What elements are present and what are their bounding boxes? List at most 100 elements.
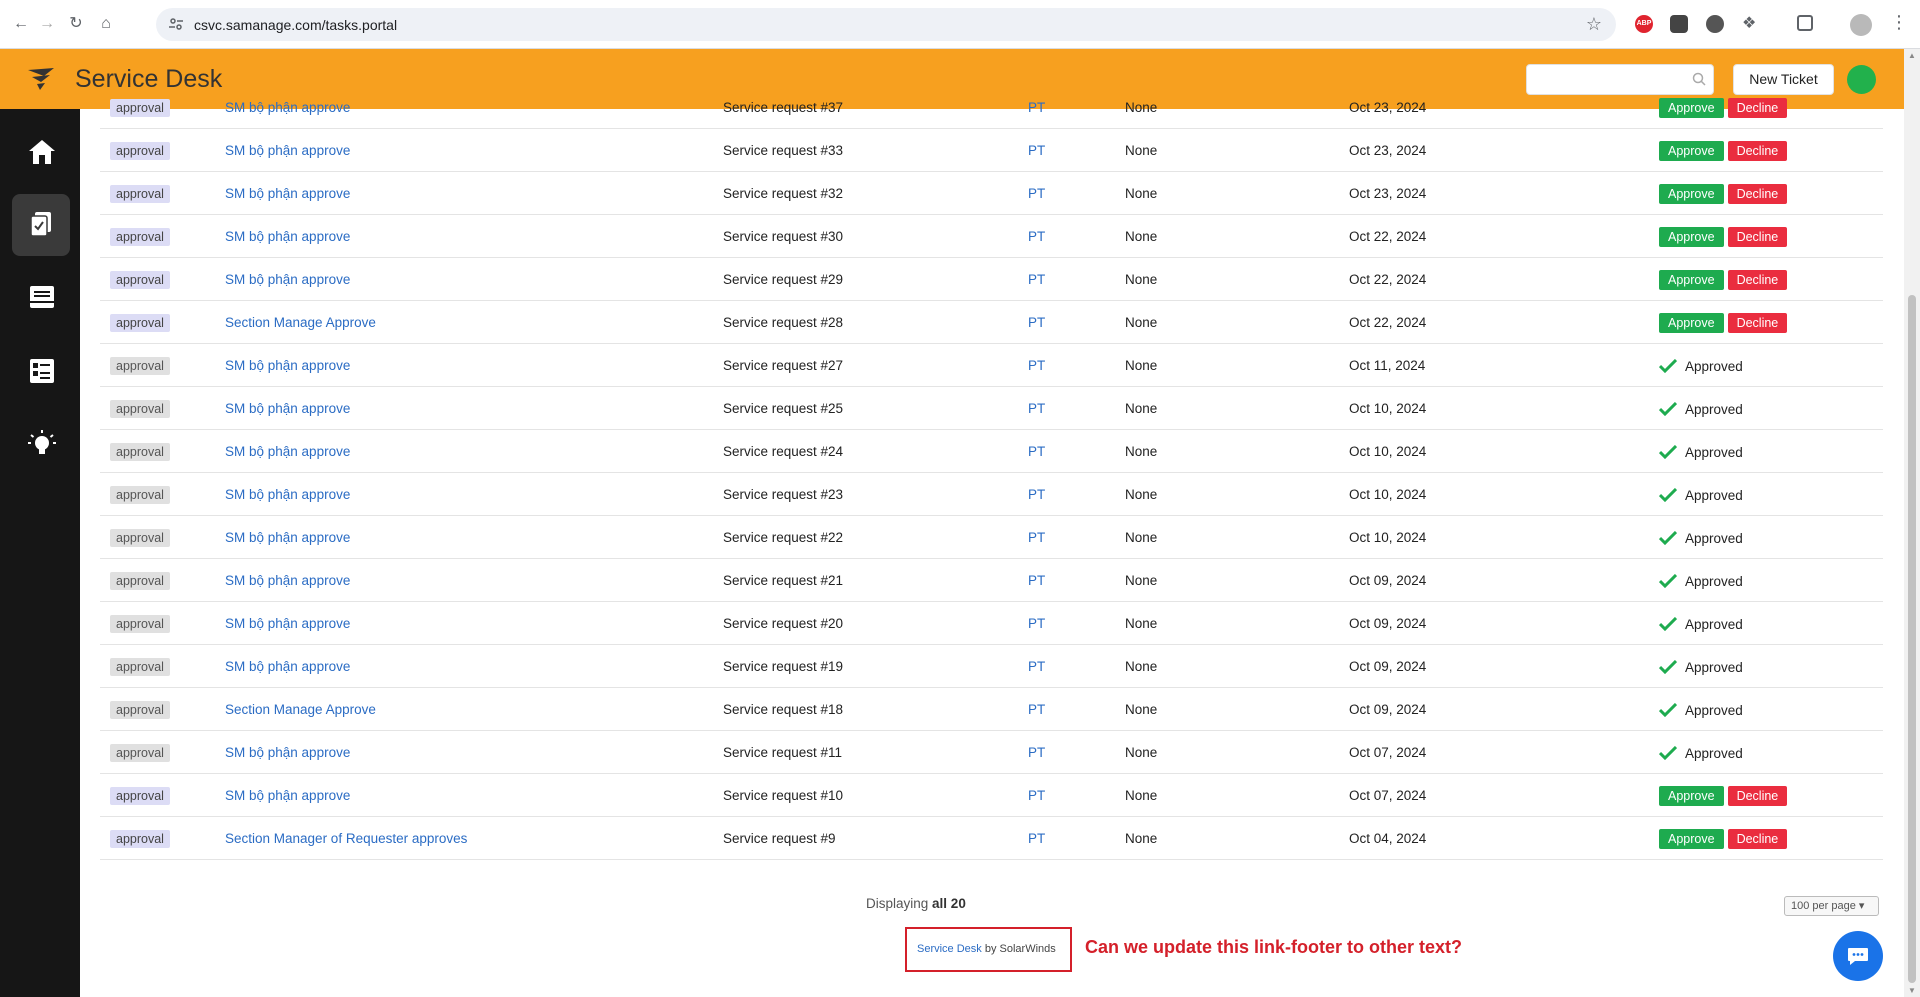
decline-button[interactable]: Decline (1727, 786, 1788, 807)
assignee-link[interactable]: PT (1028, 358, 1045, 373)
scroll-down-icon[interactable]: ▼ (1908, 986, 1916, 995)
task-name-link[interactable]: SM bộ phận approve (225, 444, 350, 459)
task-name-link[interactable]: SM bộ phận approve (225, 530, 350, 545)
task-name-link[interactable]: SM bộ phận approve (225, 573, 350, 588)
back-icon[interactable]: ← (10, 13, 32, 35)
assignee-link[interactable]: PT (1028, 831, 1045, 846)
task-name-link[interactable]: Section Manage Approve (225, 702, 376, 717)
scroll-up-icon[interactable]: ▲ (1908, 51, 1916, 60)
due-value: None (1125, 616, 1158, 631)
table-row: approval SM bộ phận approve Service requ… (100, 86, 1883, 129)
scroll-thumb[interactable] (1908, 295, 1916, 983)
approve-button[interactable]: Approve (1659, 227, 1724, 248)
forward-icon[interactable]: → (36, 13, 58, 35)
chat-button[interactable] (1833, 931, 1883, 981)
reload-icon[interactable]: ↻ (65, 13, 87, 35)
approve-button[interactable]: Approve (1659, 98, 1724, 119)
assignee-link[interactable]: PT (1028, 100, 1045, 115)
task-name-cell: SM bộ phận approve (225, 774, 350, 817)
approve-button[interactable]: Approve (1659, 141, 1724, 162)
task-name-link[interactable]: SM bộ phận approve (225, 659, 350, 674)
side-panel-icon[interactable] (1797, 15, 1813, 31)
decline-button[interactable]: Decline (1727, 227, 1788, 248)
table-row: approval SM bộ phận approve Service requ… (100, 258, 1883, 301)
task-name-link[interactable]: SM bộ phận approve (225, 186, 350, 201)
assignee-cell: PT (1028, 645, 1045, 688)
decline-button[interactable]: Decline (1727, 270, 1788, 291)
solarwinds-logo-icon[interactable] (26, 66, 56, 92)
assignee-link[interactable]: PT (1028, 143, 1045, 158)
sidebar-item-solutions[interactable] (12, 414, 70, 476)
task-name-link[interactable]: SM bộ phận approve (225, 745, 350, 760)
due-value: None (1125, 358, 1158, 373)
extension-icon[interactable] (1670, 15, 1688, 33)
approve-button[interactable]: Approve (1659, 313, 1724, 334)
approved-status: Approved (1685, 659, 1743, 675)
approve-button[interactable]: Approve (1659, 184, 1724, 205)
browser-menu-icon[interactable]: ⋮ (1890, 12, 1908, 33)
site-settings-icon[interactable] (168, 16, 184, 32)
task-name-link[interactable]: Section Manager of Requester approves (225, 831, 467, 846)
footer-link: Service Desk by SolarWinds (917, 943, 1056, 955)
table-row: approval SM bộ phận approve Service requ… (100, 172, 1883, 215)
assignee-link[interactable]: PT (1028, 659, 1045, 674)
assignee-link[interactable]: PT (1028, 444, 1045, 459)
assignee-link[interactable]: PT (1028, 616, 1045, 631)
table-row: approval SM bộ phận approve Service requ… (100, 516, 1883, 559)
task-name-cell: SM bộ phận approve (225, 344, 350, 387)
sidebar-item-home[interactable] (12, 122, 70, 184)
created-date: Oct 09, 2024 (1349, 573, 1427, 588)
assignee-link[interactable]: PT (1028, 272, 1045, 287)
footer-service-desk-link[interactable]: Service Desk (917, 943, 982, 955)
assignee-link[interactable]: PT (1028, 530, 1045, 545)
approve-button[interactable]: Approve (1659, 270, 1724, 291)
search-icon[interactable] (1692, 72, 1706, 86)
task-name-cell: Section Manage Approve (225, 688, 376, 731)
task-name-link[interactable]: SM bộ phận approve (225, 100, 350, 115)
decline-button[interactable]: Decline (1727, 98, 1788, 119)
service-request: Service request #27 (723, 358, 844, 373)
decline-button[interactable]: Decline (1727, 141, 1788, 162)
bookmark-star-icon[interactable]: ☆ (1586, 14, 1602, 35)
assignee-link[interactable]: PT (1028, 401, 1045, 416)
assignee-link[interactable]: PT (1028, 745, 1045, 760)
task-name-link[interactable]: Section Manage Approve (225, 315, 376, 330)
decline-button[interactable]: Decline (1727, 313, 1788, 334)
decline-button[interactable]: Decline (1727, 829, 1788, 850)
assignee-link[interactable]: PT (1028, 229, 1045, 244)
task-name-link[interactable]: SM bộ phận approve (225, 487, 350, 502)
task-name-link[interactable]: SM bộ phận approve (225, 401, 350, 416)
action-cell: Approve Decline (1659, 129, 1788, 172)
per-page-select[interactable]: 100 per page ▾ (1784, 896, 1879, 916)
task-name-link[interactable]: SM bộ phận approve (225, 143, 350, 158)
per-page-value: 100 per page (1791, 900, 1856, 912)
task-name-link[interactable]: SM bộ phận approve (225, 616, 350, 631)
assignee-link[interactable]: PT (1028, 186, 1045, 201)
task-name-link[interactable]: SM bộ phận approve (225, 229, 350, 244)
task-name-link[interactable]: SM bộ phận approve (225, 272, 350, 287)
assignee-link[interactable]: PT (1028, 702, 1045, 717)
assignee-link[interactable]: PT (1028, 788, 1045, 803)
assignee-link[interactable]: PT (1028, 315, 1045, 330)
sidebar-item-inbox[interactable] (12, 267, 70, 329)
due-value: None (1125, 530, 1158, 545)
home-browser-icon[interactable]: ⌂ (95, 13, 117, 35)
sidebar-item-catalog[interactable] (12, 341, 70, 403)
approve-button[interactable]: Approve (1659, 829, 1724, 850)
approve-button[interactable]: Approve (1659, 786, 1724, 807)
decline-button[interactable]: Decline (1727, 184, 1788, 205)
extensions-puzzle-icon[interactable]: ❖ (1742, 15, 1760, 33)
task-name-link[interactable]: SM bộ phận approve (225, 358, 350, 373)
tag-cell: approval (110, 172, 170, 215)
extension-icon[interactable] (1706, 15, 1724, 33)
task-name-link[interactable]: SM bộ phận approve (225, 788, 350, 803)
assignee-link[interactable]: PT (1028, 573, 1045, 588)
service-request: Service request #32 (723, 186, 844, 201)
address-bar[interactable]: csvc.samanage.com/tasks.portal ☆ (156, 8, 1616, 41)
assignee-link[interactable]: PT (1028, 487, 1045, 502)
sidebar-item-tasks[interactable] (12, 194, 70, 256)
profile-avatar[interactable] (1850, 14, 1872, 36)
service-request: Service request #19 (723, 659, 844, 674)
adblock-icon[interactable]: ABP (1635, 15, 1653, 33)
page-scrollbar[interactable]: ▲ ▼ (1904, 49, 1920, 997)
